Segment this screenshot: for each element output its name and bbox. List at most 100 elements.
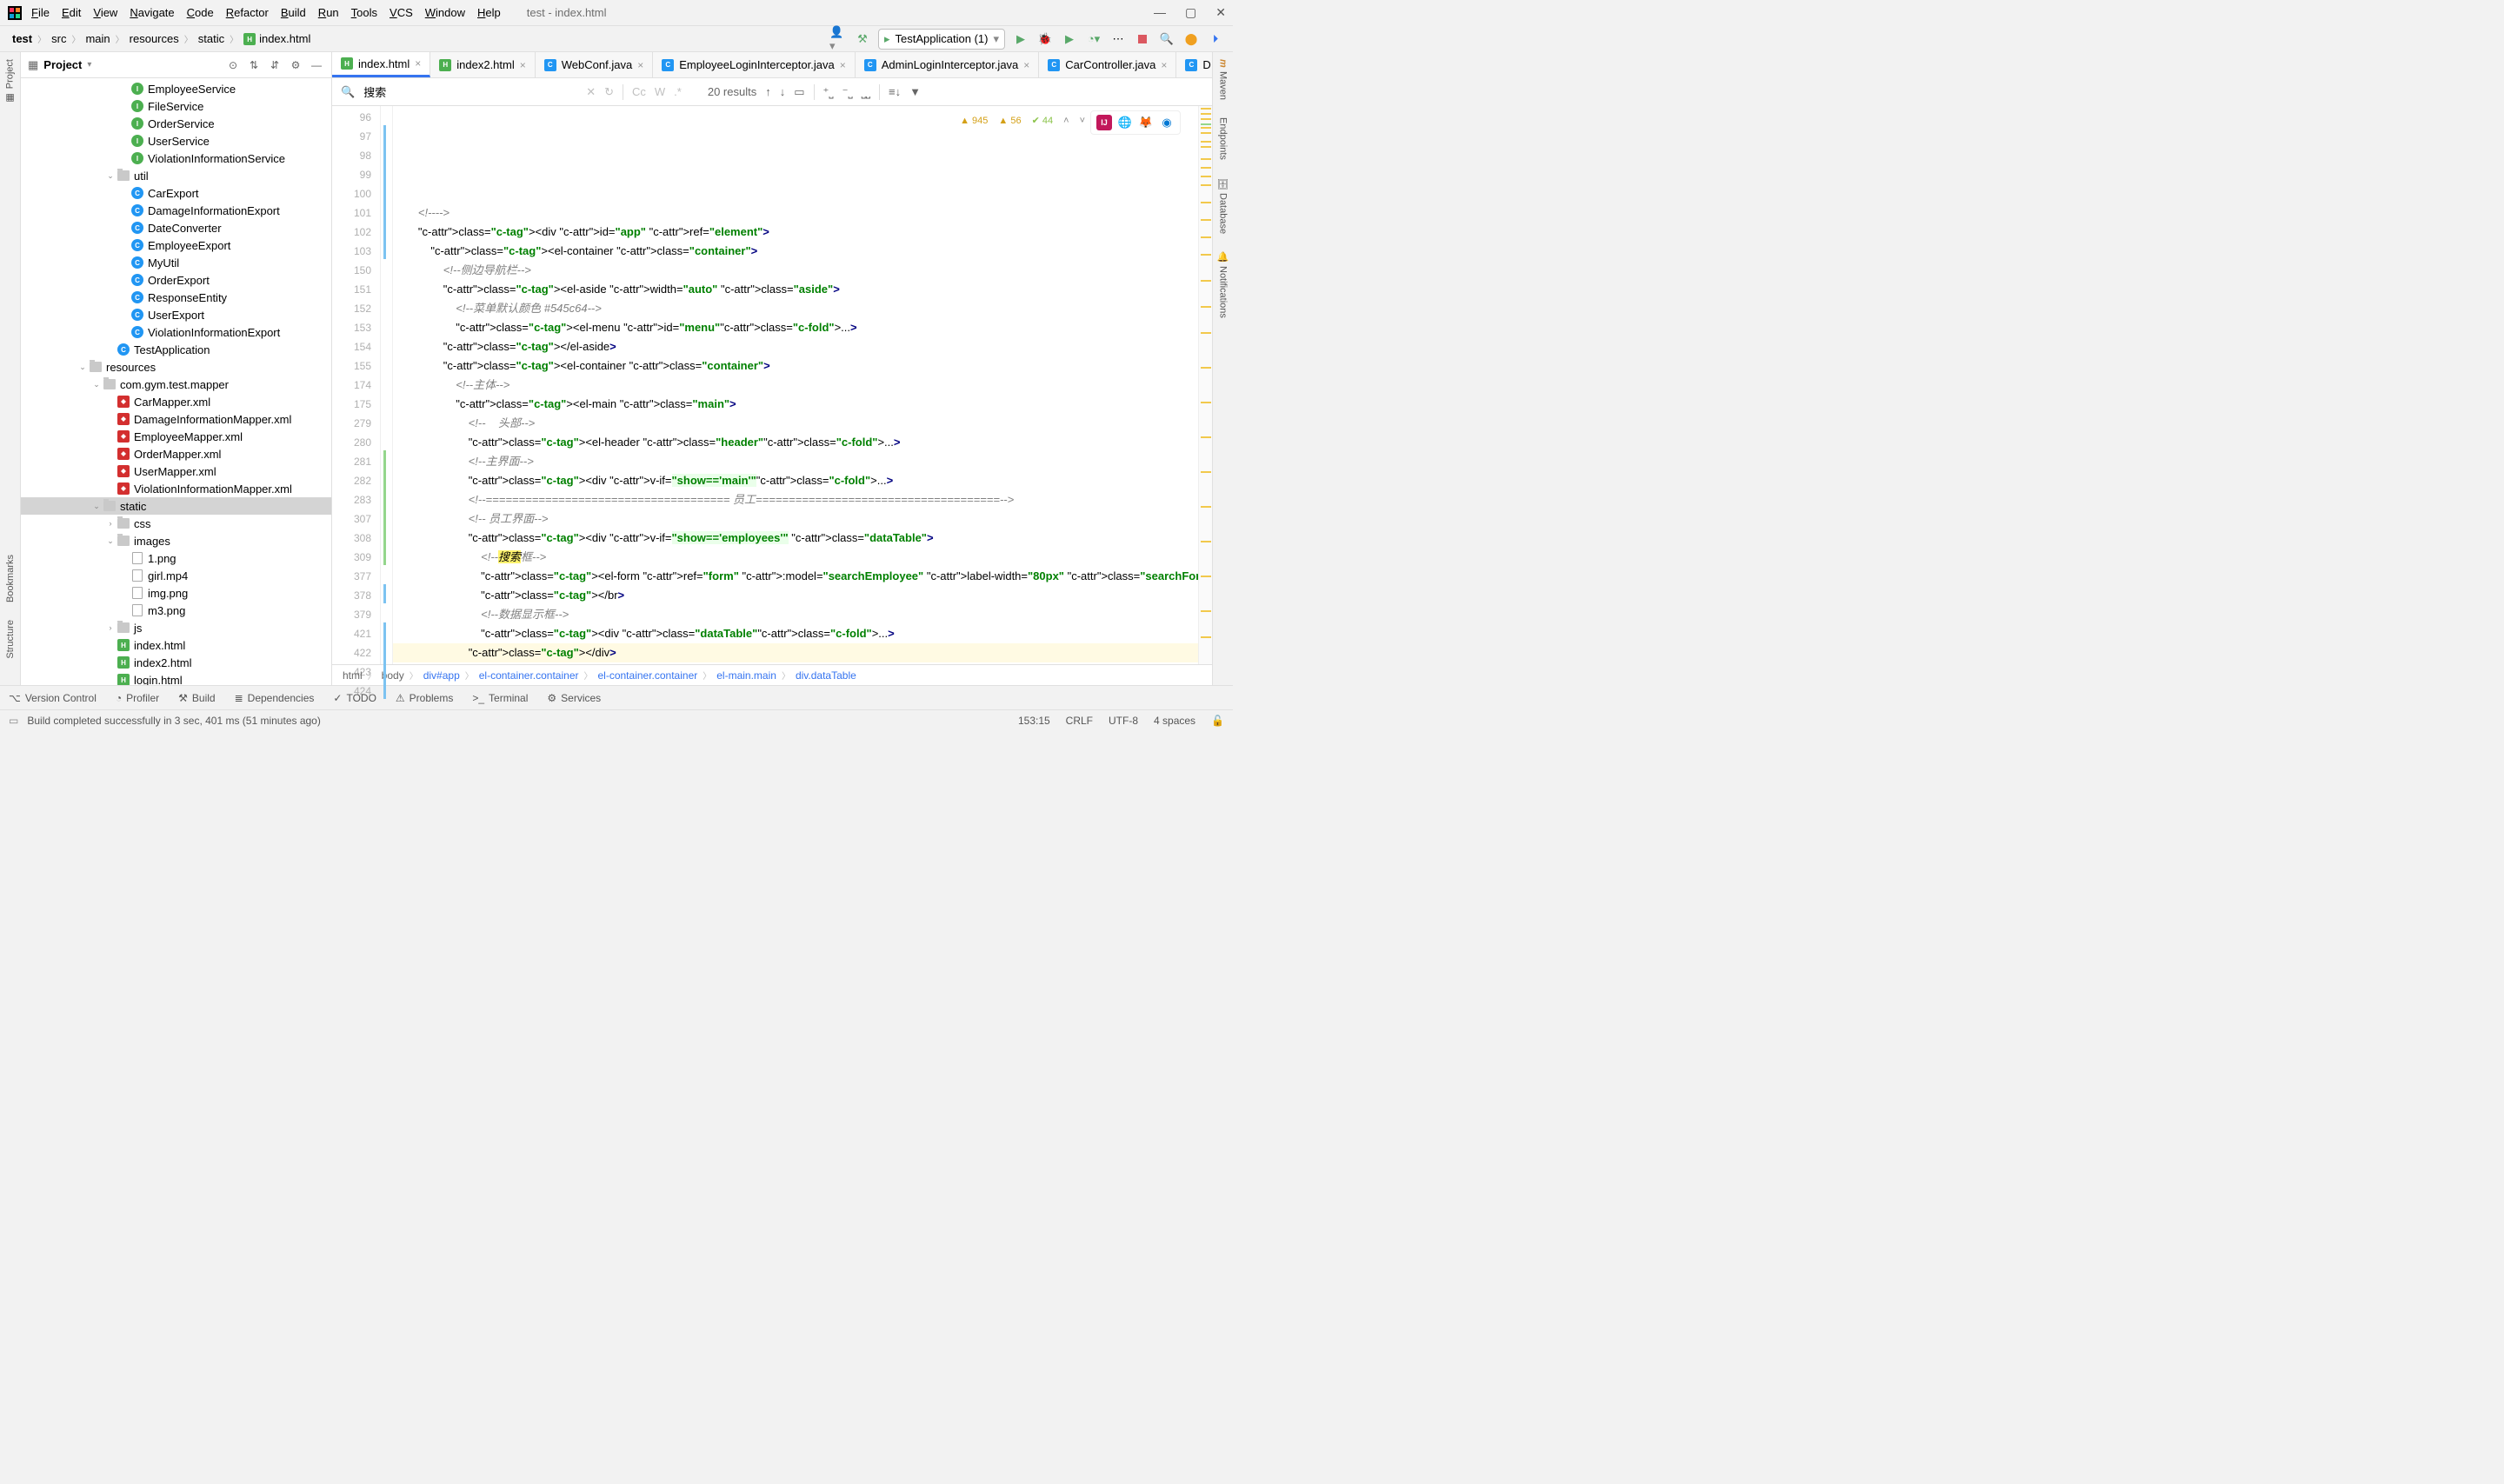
breadcrumb-item[interactable]: Hindex.html — [240, 32, 314, 46]
toolwindow-todo[interactable]: ✓TODO — [333, 692, 376, 704]
toolwindow-build[interactable]: ⚒Build — [178, 692, 215, 704]
close-icon[interactable]: ✕ — [1215, 5, 1226, 20]
attach-icon[interactable]: ⋯ — [1109, 30, 1127, 48]
menu-vcs[interactable]: VCS — [390, 6, 413, 19]
code-breadcrumb[interactable]: div.dataTable — [796, 669, 856, 682]
editor-tab[interactable]: CEmployeeLoginInterceptor.java× — [653, 52, 856, 77]
code-line[interactable]: "c-attr">class="c-tag"><el-header "c-att… — [393, 433, 1198, 452]
search-everywhere-icon[interactable]: 🔍 — [1158, 30, 1175, 48]
tree-node[interactable]: CarMapper.xml — [21, 393, 331, 410]
tree-node[interactable]: IViolationInformationService — [21, 150, 331, 167]
tree-node[interactable]: Hindex2.html — [21, 654, 331, 671]
select-opened-icon[interactable]: ⊙ — [225, 57, 241, 73]
breadcrumb-item[interactable]: static — [195, 32, 228, 45]
code-line[interactable]: "c-attr">class="c-tag"><el-main "c-attr"… — [393, 395, 1198, 414]
sidebar-database[interactable]: 🗄Database — [1217, 177, 1229, 234]
remove-selection-icon[interactable]: ⁻⎵ — [842, 85, 853, 99]
tree-node[interactable]: Hlogin.html — [21, 671, 331, 685]
editor-tab[interactable]: Hindex2.html× — [430, 52, 536, 77]
tree-node[interactable]: CEmployeeExport — [21, 236, 331, 254]
tree-node[interactable]: ›js — [21, 619, 331, 636]
code-line[interactable]: <!--====================================… — [393, 490, 1198, 509]
debug-icon[interactable]: 🐞 — [1036, 30, 1054, 48]
tab-close-icon[interactable]: × — [637, 59, 643, 71]
sidebar-bookmarks[interactable]: Bookmarks — [5, 555, 16, 602]
code-line[interactable]: "c-attr">class="c-tag"><div "c-attr">cla… — [393, 624, 1198, 643]
tree-node[interactable]: CTestApplication — [21, 341, 331, 358]
words-icon[interactable]: W — [655, 85, 665, 98]
breadcrumb-item[interactable]: test — [9, 32, 36, 45]
tab-close-icon[interactable]: × — [520, 59, 526, 71]
add-selection-icon[interactable]: ⁺⎵ — [823, 85, 834, 99]
editor-tab[interactable]: CCarController.java× — [1039, 52, 1176, 77]
profile-icon[interactable]: ◔▾ — [1085, 30, 1102, 48]
menu-file[interactable]: File — [31, 6, 50, 19]
code-line[interactable]: "c-attr">class="c-tag"></el-aside> — [393, 337, 1198, 356]
caret-position[interactable]: 153:15 — [1018, 715, 1050, 727]
tree-node[interactable]: img.png — [21, 584, 331, 602]
sidebar-endpoints[interactable]: Endpoints — [1218, 117, 1229, 160]
next-match-icon[interactable]: ↓ — [780, 85, 786, 98]
code-breadcrumb[interactable]: div#app — [423, 669, 460, 682]
toolwindow-dependencies[interactable]: ≣Dependencies — [235, 692, 315, 704]
expand-all-icon[interactable]: ⇅ — [246, 57, 262, 73]
indent-widget[interactable]: 4 spaces — [1154, 715, 1195, 727]
tree-node[interactable]: Hindex.html — [21, 636, 331, 654]
minimize-icon[interactable]: — — [1154, 5, 1166, 20]
tree-node[interactable]: m3.png — [21, 602, 331, 619]
code-breadcrumb[interactable]: html — [343, 669, 363, 682]
code-line[interactable]: "c-attr">class="c-tag"><el-menu "c-attr"… — [393, 318, 1198, 337]
code-line[interactable]: <!--主界面--> — [393, 452, 1198, 471]
sidebar-notifications[interactable]: 🔔Notifications — [1217, 251, 1229, 318]
menu-navigate[interactable]: Navigate — [130, 6, 174, 19]
code-line[interactable]: <!-- 员工界面--> — [393, 509, 1198, 529]
user-icon[interactable]: 👤▾ — [829, 30, 847, 48]
hide-icon[interactable]: — — [309, 57, 324, 73]
tree-node[interactable]: CDateConverter — [21, 219, 331, 236]
ide-settings-icon[interactable]: ⏵ — [1207, 30, 1224, 48]
code-line[interactable]: "c-attr">class="c-tag"><el-aside "c-attr… — [393, 280, 1198, 299]
menu-edit[interactable]: Edit — [62, 6, 81, 19]
tree-node[interactable]: CMyUtil — [21, 254, 331, 271]
code-breadcrumb[interactable]: el-container.container — [479, 669, 579, 682]
code-line[interactable] — [393, 184, 1198, 203]
tree-node[interactable]: 1.png — [21, 549, 331, 567]
editor-tab[interactable]: CWebConf.java× — [536, 52, 653, 77]
sidebar-maven[interactable]: mMaven — [1218, 59, 1229, 100]
code-breadcrumb[interactable]: el-container.container — [598, 669, 698, 682]
code-line[interactable]: "c-attr">class="c-tag"></br> — [393, 586, 1198, 605]
select-occurrences-icon[interactable]: ⎵⎵ — [862, 85, 870, 99]
code-line[interactable]: <!----> — [393, 203, 1198, 223]
stop-icon[interactable] — [1134, 30, 1151, 48]
tree-node[interactable]: UserMapper.xml — [21, 463, 331, 480]
menu-build[interactable]: Build — [281, 6, 306, 19]
inspections-widget[interactable]: ▲ 945 ▲ 56 ✔ 44 ˄˅ — [960, 111, 1085, 130]
open-in-browser[interactable]: IJ 🌐 🦊 ◉ — [1090, 110, 1181, 135]
toolwindow-services[interactable]: ⚙Services — [547, 692, 601, 704]
settings-icon[interactable]: ⚙ — [288, 57, 303, 73]
sidebar-structure[interactable]: Structure — [5, 620, 16, 659]
file-encoding[interactable]: UTF-8 — [1109, 715, 1138, 727]
line-separator[interactable]: CRLF — [1066, 715, 1093, 727]
code-line[interactable]: <!-- 头部--> — [393, 414, 1198, 433]
tree-node[interactable]: ⌄util — [21, 167, 331, 184]
code-line[interactable]: "c-attr">class="c-tag"><el-container "c-… — [393, 242, 1198, 261]
maximize-icon[interactable]: ▢ — [1185, 5, 1196, 20]
code-breadcrumb[interactable]: el-main.main — [716, 669, 776, 682]
search-history-icon[interactable]: ↻ — [604, 85, 614, 99]
prev-match-icon[interactable]: ↑ — [765, 85, 771, 98]
tree-node[interactable]: EmployeeMapper.xml — [21, 428, 331, 445]
tree-node[interactable]: CDamageInformationExport — [21, 202, 331, 219]
run-icon[interactable]: ▶ — [1012, 30, 1029, 48]
tree-node[interactable]: girl.mp4 — [21, 567, 331, 584]
tree-node[interactable]: DamageInformationMapper.xml — [21, 410, 331, 428]
menu-code[interactable]: Code — [187, 6, 214, 19]
menu-tools[interactable]: Tools — [351, 6, 377, 19]
menu-help[interactable]: Help — [477, 6, 501, 19]
sidebar-project[interactable]: ▦Project — [4, 59, 16, 103]
status-hide-icon[interactable]: ▭ — [9, 715, 18, 727]
tree-node[interactable]: IUserService — [21, 132, 331, 150]
regex-icon[interactable]: .* — [674, 85, 682, 98]
editor-tab[interactable]: Hindex.html× — [332, 52, 430, 77]
tree-node[interactable]: IEmployeeService — [21, 80, 331, 97]
